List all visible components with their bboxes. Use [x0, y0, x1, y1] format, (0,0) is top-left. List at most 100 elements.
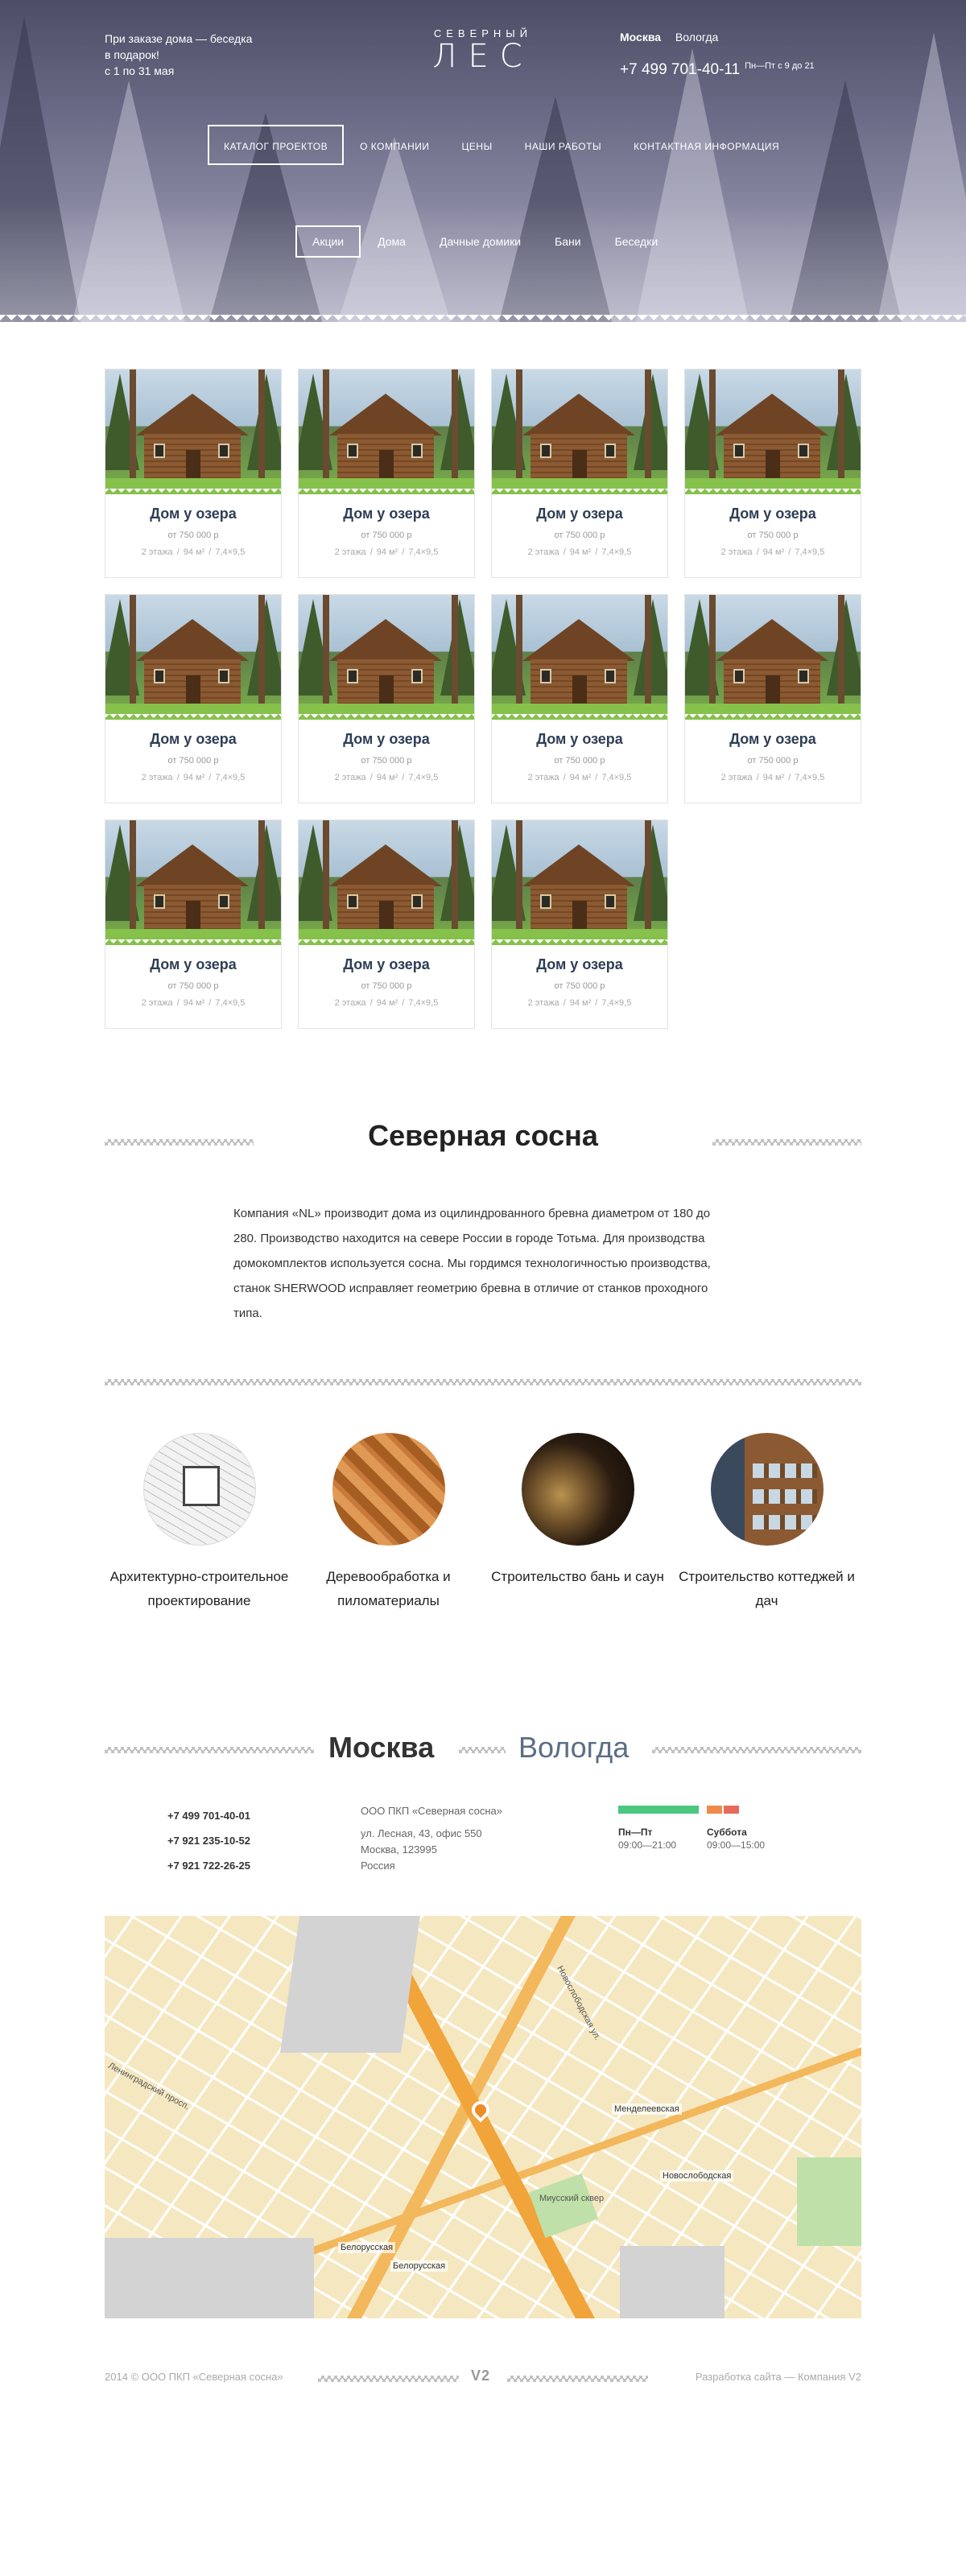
spec-area: 94 м² [376, 998, 398, 1008]
product-image [492, 595, 667, 720]
product-specs: 2 этажа/94 м²/7,4×9,5 [334, 547, 439, 557]
contact-address: ООО ПКП «Северная сосна» ул. Лесная, 43,… [361, 1803, 502, 1874]
product-image [685, 595, 861, 720]
feature-item[interactable]: Архитектурно-строительное проектирование [105, 1433, 294, 1613]
feature-item[interactable]: Деревообработка и пиломатериалы [294, 1433, 483, 1613]
product-card[interactable]: Дом у озера от 750 000 р 2 этажа/94 м²/7,4… [491, 594, 668, 803]
map-block [280, 1916, 420, 2053]
nav-item-contacts[interactable]: КОНТАКТНАЯ ИНФОРМАЦИЯ [617, 125, 795, 165]
features-list: Архитектурно-строительное проектирование… [105, 1433, 861, 1613]
feature-item[interactable]: Строительство коттеджей и дач [672, 1433, 861, 1613]
spec-size: 7,4×9,5 [601, 998, 632, 1008]
spec-size: 7,4×9,5 [408, 998, 439, 1008]
metro-station-label[interactable]: Белорусская [338, 2242, 396, 2253]
product-price: от 750 000 р [554, 530, 605, 540]
spec-floors: 2 этажа [141, 773, 173, 782]
spec-size: 7,4×9,5 [408, 547, 439, 557]
product-card[interactable]: Дом у озера от 750 000 р 2 этажа/94 м²/7,4… [105, 369, 282, 578]
spec-size: 7,4×9,5 [215, 773, 246, 782]
section-title: Северная сосна [368, 1119, 598, 1152]
contact-phone[interactable]: +7 499 701-40-01 [167, 1803, 250, 1828]
product-price: от 750 000 р [167, 981, 219, 991]
product-price: от 750 000 р [554, 756, 605, 766]
cottage-image [710, 1433, 824, 1546]
phone-number[interactable]: +7 499 701-40-11 [620, 61, 740, 78]
tab-houses[interactable]: Дома [361, 225, 423, 258]
product-specs: 2 этажа/94 м²/7,4×9,5 [720, 773, 825, 782]
copyright: 2014 © ООО ПКП «Северная сосна» [105, 2371, 283, 2383]
city-link-vologda[interactable]: Вологда [675, 31, 718, 43]
product-card[interactable]: Дом у озера от 750 000 р 2 этажа/94 м²/7,4… [491, 369, 668, 578]
tab-saunas[interactable]: Бани [538, 225, 598, 258]
product-card[interactable]: Дом у озера от 750 000 р 2 этажа/94 м²/7,4… [491, 819, 668, 1029]
metro-station-label[interactable]: Менделеевская [612, 2103, 682, 2115]
tab-cottages[interactable]: Дачные домики [423, 225, 538, 258]
map-park [797, 2157, 861, 2246]
spec-floors: 2 этажа [720, 547, 753, 557]
product-card[interactable]: Дом у озера от 750 000 р 2 этажа/94 м²/7,4… [298, 594, 475, 803]
spec-area: 94 м² [376, 547, 398, 557]
spec-size: 7,4×9,5 [408, 773, 439, 782]
city-tab-vologda[interactable]: Вологда [518, 1731, 629, 1765]
product-card[interactable]: Дом у озера от 750 000 р 2 этажа/94 м²/7,4… [684, 369, 861, 578]
logo[interactable]: СЕВЕРНЫЙ ЛЕС [427, 27, 539, 75]
nav-item-prices[interactable]: ЦЕНЫ [446, 125, 509, 165]
promo-line: При заказе дома — беседка [105, 32, 253, 45]
product-specs: 2 этажа/94 м²/7,4×9,5 [527, 547, 632, 557]
product-card[interactable]: Дом у озера от 750 000 р 2 этажа/94 м²/7,4… [298, 819, 475, 1029]
hero-header: При заказе дома — беседка в подарок! с 1… [0, 0, 966, 322]
product-card[interactable]: Дом у озера от 750 000 р 2 этажа/94 м²/7,4… [105, 819, 282, 1029]
product-price: от 750 000 р [167, 530, 219, 540]
spec-floors: 2 этажа [527, 547, 559, 557]
metro-station-label[interactable]: Новослободская [660, 2170, 734, 2182]
map-pin-icon[interactable] [468, 2097, 493, 2123]
product-price: от 750 000 р [361, 981, 412, 991]
spec-area: 94 м² [183, 547, 205, 557]
developer-link[interactable]: Разработка сайта — Компания V2 [696, 2371, 861, 2383]
product-title: Дом у озера [729, 506, 816, 522]
spec-floors: 2 этажа [141, 998, 173, 1008]
spec-size: 7,4×9,5 [795, 547, 825, 557]
product-title: Дом у озера [150, 731, 237, 747]
contact-phone[interactable]: +7 921 722-26-25 [167, 1853, 250, 1878]
tab-gazebos[interactable]: Беседки [598, 225, 675, 258]
product-grid: Дом у озера от 750 000 р 2 этажа/94 м²/7,4… [105, 369, 861, 1029]
product-title: Дом у озера [536, 956, 623, 972]
promo-line: в подарок! [105, 48, 159, 61]
product-title: Дом у озера [343, 956, 430, 972]
product-price: от 750 000 р [554, 981, 605, 991]
map-street-label: Ленинградский просп. [106, 2061, 192, 2112]
metro-station-label[interactable]: Белорусская [390, 2260, 448, 2272]
promo-line: с 1 по 31 мая [105, 64, 175, 77]
city-tab-moscow[interactable]: Москва [328, 1731, 434, 1765]
spec-floors: 2 этажа [334, 547, 366, 557]
developer-logo[interactable]: V2 [471, 2368, 490, 2384]
spec-floors: 2 этажа [141, 547, 173, 557]
address-line: Россия [361, 1860, 395, 1872]
location-map[interactable]: Ленинградский просп. Новослободская ул. … [105, 1916, 861, 2318]
product-image [299, 369, 474, 494]
schedule-time: 09:00—15:00 [707, 1839, 766, 1851]
product-price: от 750 000 р [361, 530, 412, 540]
spec-size: 7,4×9,5 [215, 998, 246, 1008]
product-image [105, 595, 281, 720]
product-card[interactable]: Дом у озера от 750 000 р 2 этажа/94 м²/7,4… [105, 594, 282, 803]
product-specs: 2 этажа/94 м²/7,4×9,5 [334, 998, 439, 1008]
nav-item-catalog[interactable]: КАТАЛОГ ПРОЕКТОВ [208, 125, 345, 165]
city-link-moscow[interactable]: Москва [620, 31, 661, 43]
logo-big-text: ЛЕС [432, 38, 534, 75]
nav-item-works[interactable]: НАШИ РАБОТЫ [509, 125, 617, 165]
about-text: Компания «NL» производит дома из оцилинд… [233, 1207, 711, 1320]
product-card[interactable]: Дом у озера от 750 000 р 2 этажа/94 м²/7,4… [298, 369, 475, 578]
product-image [299, 595, 474, 720]
tab-promotions[interactable]: Акции [295, 225, 361, 258]
contact-phone[interactable]: +7 921 235-10-52 [167, 1828, 250, 1853]
feature-item[interactable]: Строительство бань и саун [483, 1433, 672, 1613]
map-block [620, 2246, 724, 2318]
spec-size: 7,4×9,5 [795, 773, 825, 782]
zigzag-edge [0, 315, 966, 322]
product-card[interactable]: Дом у озера от 750 000 р 2 этажа/94 м²/7,4… [684, 594, 861, 803]
spec-size: 7,4×9,5 [601, 773, 632, 782]
product-title: Дом у озера [150, 506, 237, 522]
nav-item-about[interactable]: О КОМПАНИИ [344, 125, 445, 165]
